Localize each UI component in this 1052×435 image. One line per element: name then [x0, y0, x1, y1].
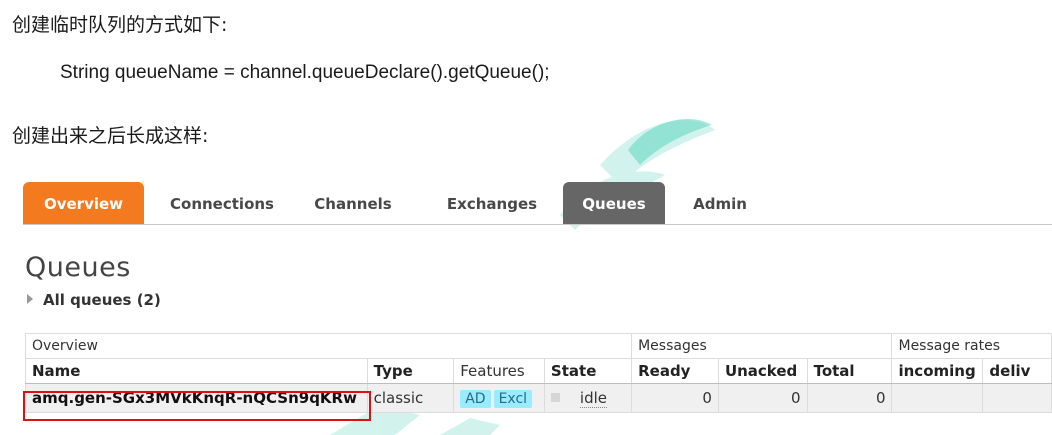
col-features: Features	[453, 358, 545, 384]
col-total[interactable]: Total	[806, 358, 893, 384]
group-overview: Overview	[24, 333, 633, 359]
tab-admin[interactable]: Admin	[680, 182, 760, 224]
doc-result-text: 创建出来之后长成这样:	[12, 125, 209, 147]
state-label: idle	[579, 389, 608, 408]
col-type[interactable]: Type	[366, 358, 455, 384]
queue-incoming	[891, 383, 984, 413]
queue-deliver	[982, 383, 1052, 413]
col-name[interactable]: Name	[25, 358, 368, 384]
doc-intro-text: 创建临时队列的方式如下:	[12, 14, 228, 36]
queue-type: classic	[366, 383, 455, 413]
col-deliver[interactable]: deliv	[982, 358, 1052, 384]
expand-triangle-icon	[27, 294, 33, 304]
feature-badge-excl: Excl	[493, 389, 533, 408]
group-message-rates: Message rates	[891, 333, 1052, 359]
queue-features: AD Excl	[453, 383, 545, 413]
state-indicator-icon	[550, 393, 560, 402]
all-queues-toggle[interactable]: All queues (2)	[27, 291, 161, 309]
tab-exchanges[interactable]: Exchanges	[433, 182, 551, 224]
table-row: amq.gen-SGx3MVkKnqR-nQCSn9qKRw classic A…	[25, 383, 1052, 413]
tab-queues[interactable]: Queues	[563, 182, 665, 224]
main-nav: Overview Connections Channels Exchanges …	[23, 182, 1052, 225]
queue-name-link[interactable]: amq.gen-SGx3MVkKnqR-nQCSn9qKRw	[32, 389, 357, 407]
feature-badge-ad: AD	[460, 389, 491, 408]
page-title: Queues	[25, 252, 131, 283]
tab-overview[interactable]: Overview	[23, 182, 144, 224]
group-messages: Messages	[631, 333, 893, 359]
all-queues-label: All queues (2)	[43, 291, 161, 309]
tab-connections[interactable]: Connections	[156, 182, 288, 224]
queue-state: idle	[543, 383, 633, 413]
col-incoming[interactable]: incoming	[891, 358, 984, 384]
col-unacked[interactable]: Unacked	[717, 358, 808, 384]
queues-table: Overview Messages Message rates Name Typ…	[24, 333, 1052, 413]
col-ready[interactable]: Ready	[631, 358, 719, 384]
queue-unacked: 0	[717, 383, 808, 413]
col-state[interactable]: State	[543, 358, 633, 384]
queue-ready: 0	[631, 383, 719, 413]
tab-channels[interactable]: Channels	[303, 182, 403, 224]
queue-total: 0	[806, 383, 893, 413]
code-snippet: String queueName = channel.queueDeclare(…	[60, 62, 550, 83]
